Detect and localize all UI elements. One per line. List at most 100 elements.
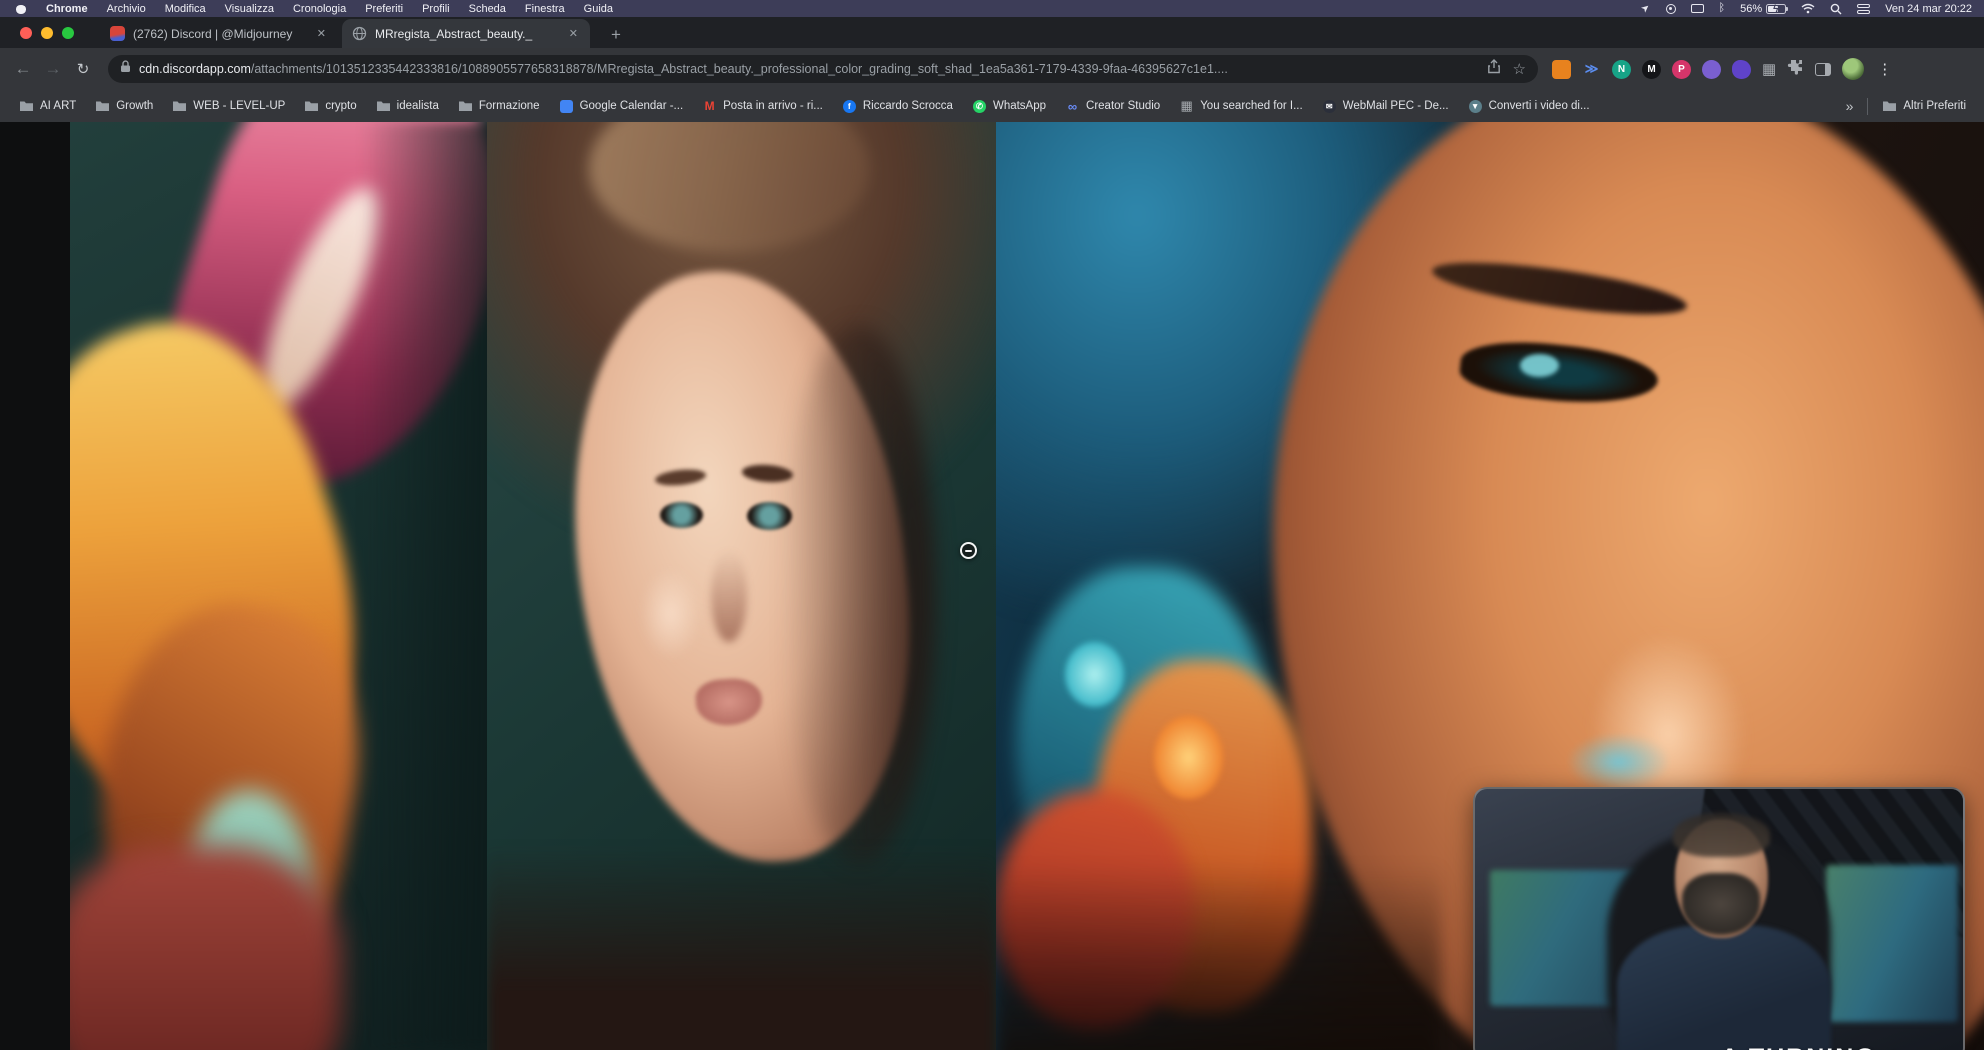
screen: Chrome Archivio Modifica Visualizza Cron…: [0, 0, 1984, 1050]
back-button[interactable]: ←: [8, 59, 38, 79]
nose-shadow: [711, 549, 747, 642]
globe-favicon: [352, 26, 367, 41]
purple-blob-extension-icon[interactable]: [1732, 60, 1751, 79]
menubar-clock[interactable]: Ven 24 mar 20:22: [1885, 3, 1972, 15]
purple-extension-icon[interactable]: [1702, 60, 1721, 79]
folder-icon: [458, 100, 473, 113]
apple-menu-icon[interactable]: [16, 3, 27, 14]
bookmark-gmail-inbox[interactable]: M Posta in arrivo - ri...: [702, 100, 823, 113]
presenter-hair: [1673, 813, 1771, 856]
channel-watermark: A TURNING ✦: [1721, 1044, 1905, 1050]
grid-thumbnail-icon: ▦: [1179, 100, 1194, 113]
whatsapp-icon: ✆: [972, 100, 987, 113]
menu-modifica[interactable]: Modifica: [165, 3, 206, 15]
bookmark-you-searched[interactable]: ▦ You searched for I...: [1179, 100, 1303, 113]
cheek-highlight: [640, 567, 701, 660]
bookmark-label: idealista: [397, 100, 439, 112]
bookmark-google-calendar[interactable]: Google Calendar -...: [559, 100, 684, 113]
menu-archivio[interactable]: Archivio: [107, 3, 146, 15]
side-panel-icon[interactable]: [1815, 63, 1831, 76]
menu-profili[interactable]: Profili: [422, 3, 450, 15]
webmail-icon: ✉: [1322, 100, 1337, 113]
address-bar[interactable]: cdn.discordapp.com/attachments/101351233…: [108, 55, 1538, 83]
window-controls: [20, 27, 74, 39]
menu-chrome[interactable]: Chrome: [46, 3, 88, 15]
webcam-overlay: A TURNING ✦: [1473, 787, 1965, 1050]
bluetooth-icon[interactable]: ᛒ: [1719, 3, 1726, 14]
gmail-icon: M: [702, 100, 717, 113]
tab-image-active[interactable]: MRregista_Abstract_beauty._ ✕: [342, 19, 590, 48]
maximize-window-button[interactable]: [62, 27, 74, 39]
bookmark-webmail-pec[interactable]: ✉ WebMail PEC - De...: [1322, 100, 1449, 113]
google-calendar-icon: [559, 100, 574, 113]
bookmark-label: Converti i video di...: [1489, 100, 1590, 112]
bookmark-whatsapp[interactable]: ✆ WhatsApp: [972, 100, 1046, 113]
macos-menubar: Chrome Archivio Modifica Visualizza Cron…: [0, 0, 1984, 17]
bookmark-label: Creator Studio: [1086, 100, 1160, 112]
apps-grid-icon[interactable]: ▦: [1762, 60, 1776, 78]
bookmarks-overflow-chevron[interactable]: »: [1846, 98, 1854, 114]
menu-preferiti[interactable]: Preferiti: [365, 3, 403, 15]
nose-blue-reflection: [1569, 734, 1668, 790]
menu-finestra[interactable]: Finestra: [525, 3, 565, 15]
folder-icon: [19, 100, 34, 113]
tab-discord[interactable]: (2762) Discord | @Midjourney ✕: [100, 19, 338, 48]
chrome-menu-icon[interactable]: ⋮: [1877, 60, 1892, 78]
bookmark-folder-crypto[interactable]: crypto: [304, 100, 356, 113]
share-icon[interactable]: [1487, 59, 1501, 79]
forward-button[interactable]: →: [38, 59, 68, 79]
bookmark-label: Google Calendar -...: [580, 100, 684, 112]
double-check-extension-icon[interactable]: ≫: [1582, 60, 1601, 79]
bookmark-folder-formazione[interactable]: Formazione: [458, 100, 540, 113]
p-extension-icon[interactable]: P: [1672, 60, 1691, 79]
wifi-icon[interactable]: [1801, 3, 1815, 14]
spotlight-search-icon[interactable]: [1830, 3, 1842, 15]
notion-extension-icon[interactable]: N: [1612, 60, 1631, 79]
metamask-extension-icon[interactable]: [1552, 60, 1571, 79]
watermark-text: A TURNING: [1721, 1044, 1877, 1050]
new-tab-button[interactable]: +: [604, 23, 628, 47]
extensions-puzzle-icon[interactable]: [1787, 58, 1804, 80]
bookmark-facebook-profile[interactable]: f Riccardo Scrocca: [842, 100, 953, 113]
close-tab-icon[interactable]: ✕: [567, 27, 580, 40]
meta-icon: ∞: [1065, 100, 1080, 113]
profile-avatar[interactable]: [1842, 58, 1864, 80]
control-center-icon[interactable]: [1857, 4, 1870, 14]
bookmark-star-icon[interactable]: ☆: [1513, 60, 1526, 78]
screen-recording-icon[interactable]: [1666, 4, 1676, 14]
battery-icon: ϟ: [1766, 4, 1786, 14]
bookmarks-bar: AI ART Growth WEB - LEVEL-UP crypto idea…: [0, 90, 1984, 122]
bookmark-folder-web-level-up[interactable]: WEB - LEVEL-UP: [172, 100, 285, 113]
converter-icon: ▼: [1468, 100, 1483, 113]
folder-icon: [95, 100, 110, 113]
close-tab-icon[interactable]: ✕: [315, 27, 328, 40]
location-services-icon[interactable]: ➤: [1640, 2, 1653, 15]
menu-guida[interactable]: Guida: [584, 3, 613, 15]
bookmark-creator-studio[interactable]: ∞ Creator Studio: [1065, 100, 1160, 113]
display-mirroring-icon[interactable]: [1691, 4, 1704, 13]
m-extension-icon[interactable]: M: [1642, 60, 1661, 79]
battery-status[interactable]: 56% ϟ: [1740, 3, 1786, 15]
bookmark-folder-growth[interactable]: Growth: [95, 100, 153, 113]
reload-button[interactable]: ↻: [68, 60, 98, 78]
menu-scheda[interactable]: Scheda: [469, 3, 506, 15]
bookmarks-divider: [1867, 98, 1868, 115]
face-shadow: [782, 326, 935, 864]
menu-cronologia[interactable]: Cronologia: [293, 3, 346, 15]
bookmark-label: WEB - LEVEL-UP: [193, 100, 285, 112]
bookmark-label: Riccardo Scrocca: [863, 100, 953, 112]
close-window-button[interactable]: [20, 27, 32, 39]
other-bookmarks-folder[interactable]: Altri Preferiti: [1882, 100, 1966, 113]
menu-visualizza[interactable]: Visualizza: [225, 3, 274, 15]
bookmark-folder-idealista[interactable]: idealista: [376, 100, 439, 113]
lock-icon[interactable]: [120, 60, 131, 78]
cyan-light-dot: [1065, 642, 1124, 707]
bookmark-label: Posta in arrivo - ri...: [723, 100, 823, 112]
tab-title: (2762) Discord | @Midjourney: [133, 27, 307, 41]
minimize-window-button[interactable]: [41, 27, 53, 39]
battery-percent-label: 56%: [1740, 3, 1762, 15]
bookmark-label: WebMail PEC - De...: [1343, 100, 1449, 112]
bookmark-converti-video[interactable]: ▼ Converti i video di...: [1468, 100, 1590, 113]
monitor-glow-right: [1826, 865, 1958, 1022]
bookmark-folder-ai-art[interactable]: AI ART: [19, 100, 76, 113]
